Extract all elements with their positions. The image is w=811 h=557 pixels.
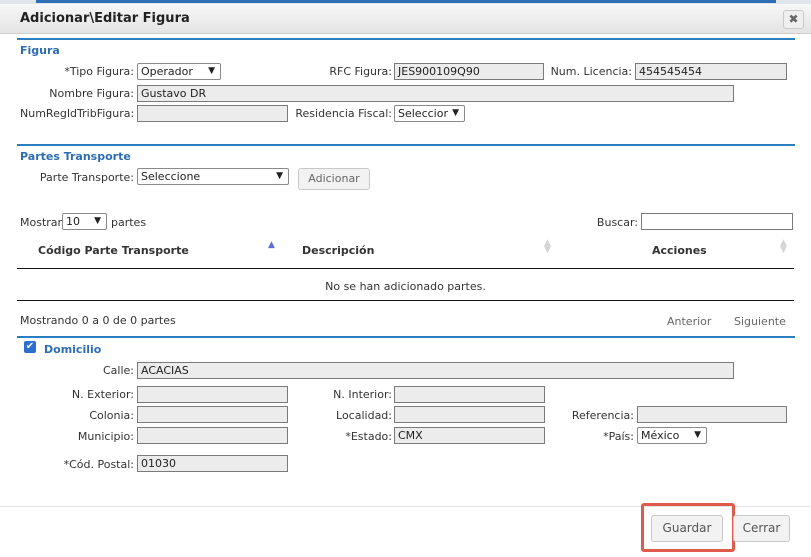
tipo-figura-value: Operador	[141, 65, 193, 78]
parte-transporte-value: Seleccione	[141, 170, 201, 183]
estado-label: *Estado:	[345, 430, 392, 443]
page-size-select[interactable]: 10 ▼	[62, 213, 107, 230]
mostrar-label: Mostrar	[20, 216, 63, 229]
pais-value: México	[641, 429, 680, 442]
chevron-down-icon: ▼	[276, 171, 283, 181]
column-header-descripcion[interactable]: Descripción	[302, 244, 374, 257]
nombre-field[interactable]: Gustavo DR	[137, 85, 734, 102]
buscar-label: Buscar:	[596, 216, 638, 229]
licencia-label: Num. Licencia:	[550, 65, 632, 78]
prev-page-button[interactable]: Anterior	[667, 315, 711, 328]
parte-transporte-label: Parte Transporte:	[39, 171, 134, 184]
localidad-field[interactable]	[394, 406, 545, 423]
referencia-label: Referencia:	[571, 409, 634, 422]
page-accent-bar	[36, 0, 776, 3]
table-header-border	[17, 268, 794, 269]
chevron-down-icon: ▼	[94, 216, 101, 226]
parte-transporte-select[interactable]: Seleccione ▼	[137, 168, 289, 185]
calle-label: Calle:	[102, 364, 134, 377]
column-header-acciones[interactable]: Acciones	[652, 244, 707, 257]
residencia-value: Seleccior	[398, 107, 448, 120]
sort-asc-icon: ▲	[268, 240, 275, 250]
column-header-codigo[interactable]: Código Parte Transporte	[38, 244, 189, 257]
buscar-input[interactable]	[641, 213, 793, 230]
municipio-field[interactable]	[137, 427, 288, 444]
residencia-select[interactable]: Seleccior ▼	[394, 105, 465, 122]
next-page-button[interactable]: Siguiente	[734, 315, 786, 328]
table-info: Mostrando 0 a 0 de 0 partes	[20, 314, 176, 327]
page-size-value: 10	[66, 215, 80, 228]
cp-field[interactable]: 01030	[137, 455, 288, 472]
close-button[interactable]: ✖	[783, 10, 804, 29]
municipio-label: Municipio:	[77, 430, 134, 443]
residencia-label: Residencia Fiscal:	[295, 107, 392, 120]
cerrar-button[interactable]: Cerrar	[733, 515, 790, 542]
chevron-down-icon: ▼	[694, 430, 701, 440]
calle-field[interactable]: ACACIAS	[137, 362, 734, 379]
domicilio-section-title: Domicilio	[44, 343, 102, 356]
colonia-field[interactable]	[137, 406, 288, 423]
dialog-title: Adicionar\Editar Figura	[20, 11, 190, 26]
chevron-down-icon: ▼	[208, 66, 215, 76]
partes-divider	[17, 144, 795, 146]
tipo-figura-label: *Tipo Figura:	[64, 65, 134, 78]
adicionar-button[interactable]: Adicionar	[298, 168, 370, 190]
localidad-label: Localidad:	[336, 409, 392, 422]
table-empty-message: No se han adicionado partes.	[325, 280, 486, 293]
rfc-label: RFC Figura:	[329, 65, 392, 78]
domicilio-divider	[17, 336, 795, 338]
domicilio-checkbox[interactable]: ✔	[24, 341, 36, 353]
referencia-field[interactable]	[637, 406, 787, 423]
pais-label: *País:	[603, 430, 634, 443]
interior-field[interactable]	[394, 386, 545, 403]
guardar-button[interactable]: Guardar	[651, 515, 723, 542]
estado-field[interactable]: CMX	[394, 427, 545, 444]
cp-label: *Cód. Postal:	[63, 458, 134, 471]
figura-section-title: Figura	[20, 44, 60, 57]
chevron-down-icon: ▼	[452, 108, 459, 118]
sort-both-icon: ▲ ▼	[544, 238, 551, 255]
colonia-label: Colonia:	[89, 409, 134, 422]
numreg-label: NumRegIdTribFigura:	[20, 107, 135, 120]
exterior-label: N. Exterior:	[71, 388, 134, 401]
licencia-field[interactable]: 454545454	[635, 63, 787, 80]
tipo-figura-select[interactable]: Operador ▼	[137, 63, 221, 80]
dialog-titlebar: Adicionar\Editar Figura ✖	[0, 4, 811, 34]
interior-label: N. Interior:	[333, 388, 392, 401]
nombre-label: Nombre Figura:	[49, 87, 134, 100]
figura-divider	[17, 38, 795, 40]
partes-section-title: Partes Transporte	[20, 150, 131, 163]
numreg-field[interactable]	[137, 105, 288, 122]
partes-label: partes	[111, 216, 147, 229]
sort-both-icon: ▲ ▼	[780, 238, 787, 255]
exterior-field[interactable]	[137, 386, 288, 403]
table-bottom-border	[17, 300, 794, 301]
rfc-field[interactable]: JES900109Q90	[394, 63, 544, 80]
pais-select[interactable]: México ▼	[637, 427, 707, 444]
